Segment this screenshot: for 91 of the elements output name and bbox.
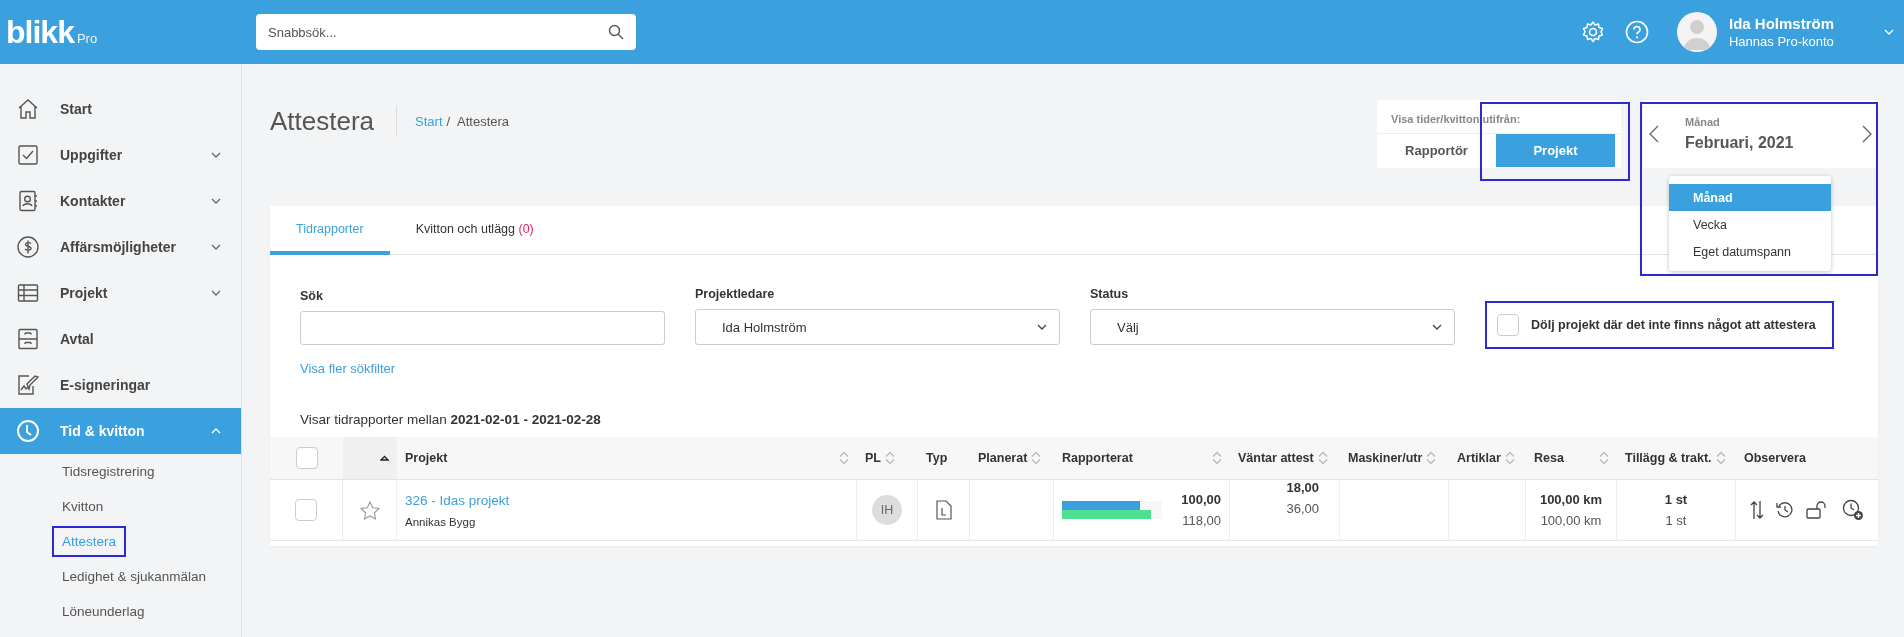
- column-header[interactable]: Projekt: [397, 437, 857, 479]
- caret-icon[interactable]: [1884, 29, 1894, 35]
- checkbox-icon: [16, 143, 40, 167]
- chevron-icon: [211, 244, 221, 250]
- period-value[interactable]: Februari, 2021: [1685, 134, 1862, 152]
- sort-icon[interactable]: [1715, 451, 1726, 465]
- sort-icon[interactable]: [885, 451, 895, 465]
- sidebar-item[interactable]: Avtal: [0, 316, 241, 362]
- reported-value: 118,00: [1182, 513, 1221, 528]
- column-header[interactable]: Tillägg & trakt.: [1617, 437, 1736, 479]
- account-name: Hannas Pro-konto: [1729, 34, 1834, 49]
- sidebar-item[interactable]: Kontakter: [0, 178, 241, 224]
- field-label: Projektledare: [695, 287, 776, 301]
- sort-icon[interactable]: [1504, 451, 1515, 465]
- avatar-silhouette[interactable]: [1677, 12, 1717, 52]
- field-label: Status: [1090, 287, 1130, 301]
- signature-icon: [16, 373, 40, 397]
- travel-value: 100,00 km: [1539, 492, 1603, 507]
- sort-icon[interactable]: [839, 451, 849, 465]
- column-header[interactable]: Väntar attest: [1230, 437, 1340, 479]
- cabinet-icon: [16, 327, 40, 351]
- column-header[interactable]: Maskiner/utr: [1340, 437, 1449, 479]
- extras-value: 1 st: [1664, 492, 1688, 507]
- breadcrumb-current: Attestera: [457, 114, 510, 129]
- sidebar-item[interactable]: E-signeringar: [0, 362, 241, 408]
- extras-value: 1 st: [1665, 513, 1687, 528]
- dropdown-option[interactable]: Eget datumspann: [1669, 238, 1831, 265]
- travel-value: 100,00 km: [1540, 513, 1602, 528]
- star-icon[interactable]: [359, 500, 380, 520]
- column-header[interactable]: Observera: [1736, 437, 1878, 479]
- search-field[interactable]: Snabbsök...: [256, 14, 636, 50]
- history-icon[interactable]: [1776, 501, 1794, 519]
- sidebar-item[interactable]: Start: [0, 86, 241, 132]
- column-header[interactable]: Resa: [1526, 437, 1617, 479]
- contact-card-icon: [16, 189, 40, 213]
- document-icon: [935, 500, 952, 520]
- search-input-field[interactable]: [300, 311, 665, 345]
- sidebar-item[interactable]: Affärsmöjligheter: [0, 224, 241, 270]
- tab[interactable]: Kvitton och utlägg (0): [389, 206, 560, 255]
- column-header[interactable]: Rapporterat: [1054, 437, 1230, 479]
- search-icon: [608, 24, 624, 40]
- submenu-item[interactable]: Löneunderlag: [52, 596, 155, 627]
- period-label: Månad: [1685, 116, 1721, 128]
- dropdown-option[interactable]: Vecka: [1669, 211, 1831, 238]
- submenu-item[interactable]: Tidsregistrering: [52, 456, 165, 487]
- sort-icon[interactable]: [1031, 451, 1042, 465]
- initials-avatar: IH: [872, 495, 902, 525]
- select-all-checkbox[interactable]: [295, 447, 318, 469]
- sidebar-item[interactable]: Projekt: [0, 270, 241, 316]
- waiting-value: 36,00: [1286, 501, 1319, 516]
- sort-arrow-icon[interactable]: [380, 455, 389, 461]
- date-range-text: Visar tidrapporter mellan 2021-02-01 - 2021-02-28: [300, 412, 602, 427]
- previous-icon[interactable]: [1649, 125, 1659, 143]
- select-field[interactable]: Ida Holmström: [695, 309, 1060, 345]
- sort-icon[interactable]: [1212, 451, 1222, 465]
- sort-icon[interactable]: [1426, 451, 1437, 465]
- row-checkbox[interactable]: [295, 499, 317, 521]
- swap-icon[interactable]: [1750, 500, 1764, 520]
- home-icon: [16, 97, 40, 121]
- submenu-item[interactable]: Ledighet & sjukanmälan: [52, 561, 217, 592]
- toggle-option[interactable]: Rapportör: [1377, 134, 1496, 167]
- next-icon[interactable]: [1862, 125, 1872, 143]
- breadcrumb-separator: /: [446, 114, 451, 129]
- table-icon: [16, 281, 40, 305]
- column-header[interactable]: Artiklar: [1449, 437, 1526, 479]
- column-header[interactable]: Typ: [918, 437, 970, 479]
- column-header[interactable]: Planerat: [970, 437, 1054, 479]
- sort-icon[interactable]: [1599, 451, 1609, 465]
- settings-icon[interactable]: [1581, 20, 1605, 44]
- chevron-icon: [211, 198, 221, 204]
- chevron-icon: [211, 152, 221, 158]
- column-header[interactable]: PL: [857, 437, 918, 479]
- chevron-icon: [1432, 324, 1442, 330]
- select-field[interactable]: Välj: [1090, 309, 1455, 345]
- chevron-icon: [211, 428, 221, 434]
- field-label: Sök: [300, 289, 324, 303]
- checkbox[interactable]: [1497, 314, 1519, 336]
- clock-icon: [16, 419, 40, 443]
- submenu-item[interactable]: Kvitton: [52, 491, 114, 522]
- clock-add-icon[interactable]: [1842, 499, 1864, 521]
- reported-value: 100,00: [1181, 492, 1221, 507]
- sort-icon[interactable]: [1317, 451, 1328, 465]
- chevron-icon: [211, 290, 221, 296]
- help-icon[interactable]: [1625, 20, 1649, 44]
- customer-name: Annikas Bygg: [405, 515, 476, 528]
- page-title: Attestera: [270, 106, 398, 137]
- waiting-value: 18,00: [1286, 480, 1319, 495]
- checkbox-label[interactable]: Dölj projekt där det inte finns något att attestera: [1531, 318, 1816, 332]
- sidebar-item[interactable]: Uppgifter: [0, 132, 241, 178]
- dollar-icon: [16, 235, 40, 259]
- chevron-icon: [1037, 324, 1047, 330]
